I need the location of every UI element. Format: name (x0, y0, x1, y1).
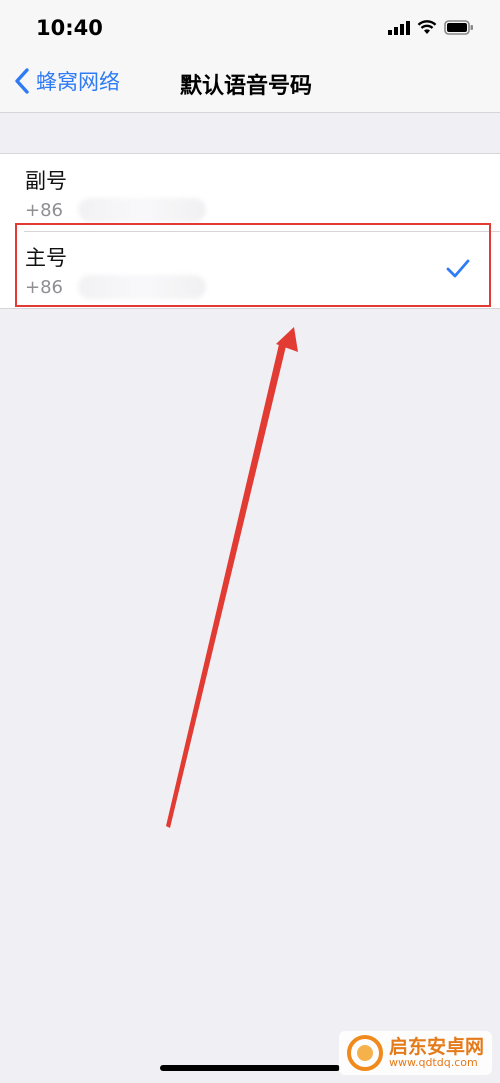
line-label: 副号 (25, 169, 67, 193)
watermark-url: www.qdtdq.com (388, 1056, 478, 1070)
watermark-logo-icon (346, 1035, 383, 1071)
redacted-number-mask (78, 198, 206, 222)
cellular-signal-icon (388, 20, 410, 35)
back-button-label: 蜂窝网络 (36, 70, 120, 94)
back-button[interactable]: 蜂窝网络 (14, 66, 120, 96)
status-time: 10:40 (36, 16, 103, 40)
top-bar: 10:40 蜂窝网络 默认语音号码 (0, 0, 500, 113)
voice-line-list: 副号 +86 主号 +86 (0, 153, 500, 309)
watermark-brand: 启东安卓网 (388, 1035, 484, 1058)
battery-icon (444, 20, 473, 35)
list-item-primary-line[interactable]: 主号 +86 (0, 231, 500, 308)
page-title: 默认语音号码 (180, 74, 313, 99)
checkmark-icon (446, 259, 470, 278)
chevron-left-icon (15, 68, 29, 94)
line-label: 主号 (25, 246, 67, 270)
line-number: +86 (25, 200, 63, 221)
settings-screen: 10:40 蜂窝网络 默认语音号码 副号 +86 主号 +86 启东安卓网 ww… (0, 0, 500, 1083)
line-number: +86 (25, 277, 63, 298)
list-item-secondary-line[interactable]: 副号 +86 (0, 154, 500, 231)
redacted-number-mask (78, 275, 206, 299)
wifi-icon (417, 20, 437, 34)
status-icons (388, 20, 474, 35)
watermark: 启东安卓网 www.qdtdq.com (338, 1031, 492, 1075)
home-indicator (160, 1065, 340, 1071)
